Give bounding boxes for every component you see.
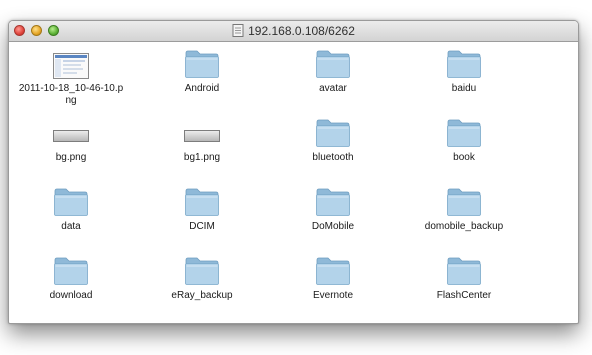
folder-icon	[185, 50, 219, 78]
png-file-icon	[184, 130, 220, 142]
folder-item[interactable]: eRay_backup	[140, 254, 264, 302]
item-label: FlashCenter	[436, 290, 492, 301]
png-file-icon	[53, 130, 89, 142]
folder-item[interactable]: book	[402, 116, 526, 164]
item-icon-wrap	[402, 116, 526, 148]
item-icon-wrap	[271, 116, 395, 148]
item-icon-wrap	[9, 254, 133, 286]
title-bar[interactable]: 192.168.0.108/6262	[9, 21, 578, 42]
png-thumbnail-icon	[53, 53, 89, 79]
item-label: bg1.png	[183, 152, 221, 163]
item-icon-wrap	[271, 254, 395, 286]
item-icon-wrap	[9, 47, 133, 79]
folder-icon	[316, 50, 350, 78]
file-item[interactable]: bg1.png	[140, 116, 264, 164]
folder-icon	[447, 119, 481, 147]
window-title-text: 192.168.0.108/6262	[248, 24, 355, 38]
item-label: Evernote	[312, 290, 354, 301]
item-icon-wrap	[271, 185, 395, 217]
folder-item[interactable]: download	[9, 254, 133, 302]
folder-icon	[54, 188, 88, 216]
item-label: bg.png	[55, 152, 87, 163]
folder-item[interactable]: baidu	[402, 47, 526, 95]
item-icon-wrap	[140, 254, 264, 286]
network-drive-icon	[232, 24, 244, 37]
item-label: Android	[184, 83, 220, 94]
folder-icon	[447, 188, 481, 216]
item-label: domobile_backup	[424, 221, 504, 232]
folder-item[interactable]: bluetooth	[271, 116, 395, 164]
folder-icon	[447, 50, 481, 78]
item-label: avatar	[319, 83, 347, 94]
item-icon-wrap	[140, 116, 264, 148]
item-icon-wrap	[140, 47, 264, 79]
folder-icon	[54, 257, 88, 285]
item-label: DoMobile	[311, 221, 355, 232]
folder-item[interactable]: FlashCenter	[402, 254, 526, 302]
item-icon-wrap	[402, 254, 526, 286]
item-icon-wrap	[402, 47, 526, 79]
folder-item[interactable]: data	[9, 185, 133, 233]
item-icon-wrap	[140, 185, 264, 217]
finder-window: 192.168.0.108/6262 2011-10-18_10-46-10.p…	[8, 20, 579, 324]
item-label: bluetooth	[312, 152, 354, 163]
item-label: eRay_backup	[171, 290, 233, 301]
window-title: 192.168.0.108/6262	[9, 24, 578, 38]
item-icon-wrap	[9, 116, 133, 148]
item-icon-wrap	[9, 185, 133, 217]
file-item[interactable]: 2011-10-18_10-46-10.p ng	[9, 47, 133, 107]
item-label: DCIM	[189, 221, 215, 232]
folder-item[interactable]: DCIM	[140, 185, 264, 233]
item-label: 2011-10-18_10-46-10.p ng	[18, 83, 124, 106]
folder-icon	[185, 188, 219, 216]
folder-item[interactable]: DoMobile	[271, 185, 395, 233]
folder-item[interactable]: Android	[140, 47, 264, 95]
folder-item[interactable]: avatar	[271, 47, 395, 95]
folder-icon	[447, 257, 481, 285]
item-label: book	[453, 152, 475, 163]
item-icon-wrap	[402, 185, 526, 217]
file-item[interactable]: bg.png	[9, 116, 133, 164]
folder-icon	[316, 257, 350, 285]
folder-item[interactable]: Evernote	[271, 254, 395, 302]
item-label: download	[49, 290, 93, 301]
folder-icon	[185, 257, 219, 285]
folder-item[interactable]: domobile_backup	[402, 185, 526, 233]
folder-icon	[316, 188, 350, 216]
folder-icon	[316, 119, 350, 147]
item-label: data	[61, 221, 81, 232]
item-icon-wrap	[271, 47, 395, 79]
item-label: baidu	[451, 83, 477, 94]
